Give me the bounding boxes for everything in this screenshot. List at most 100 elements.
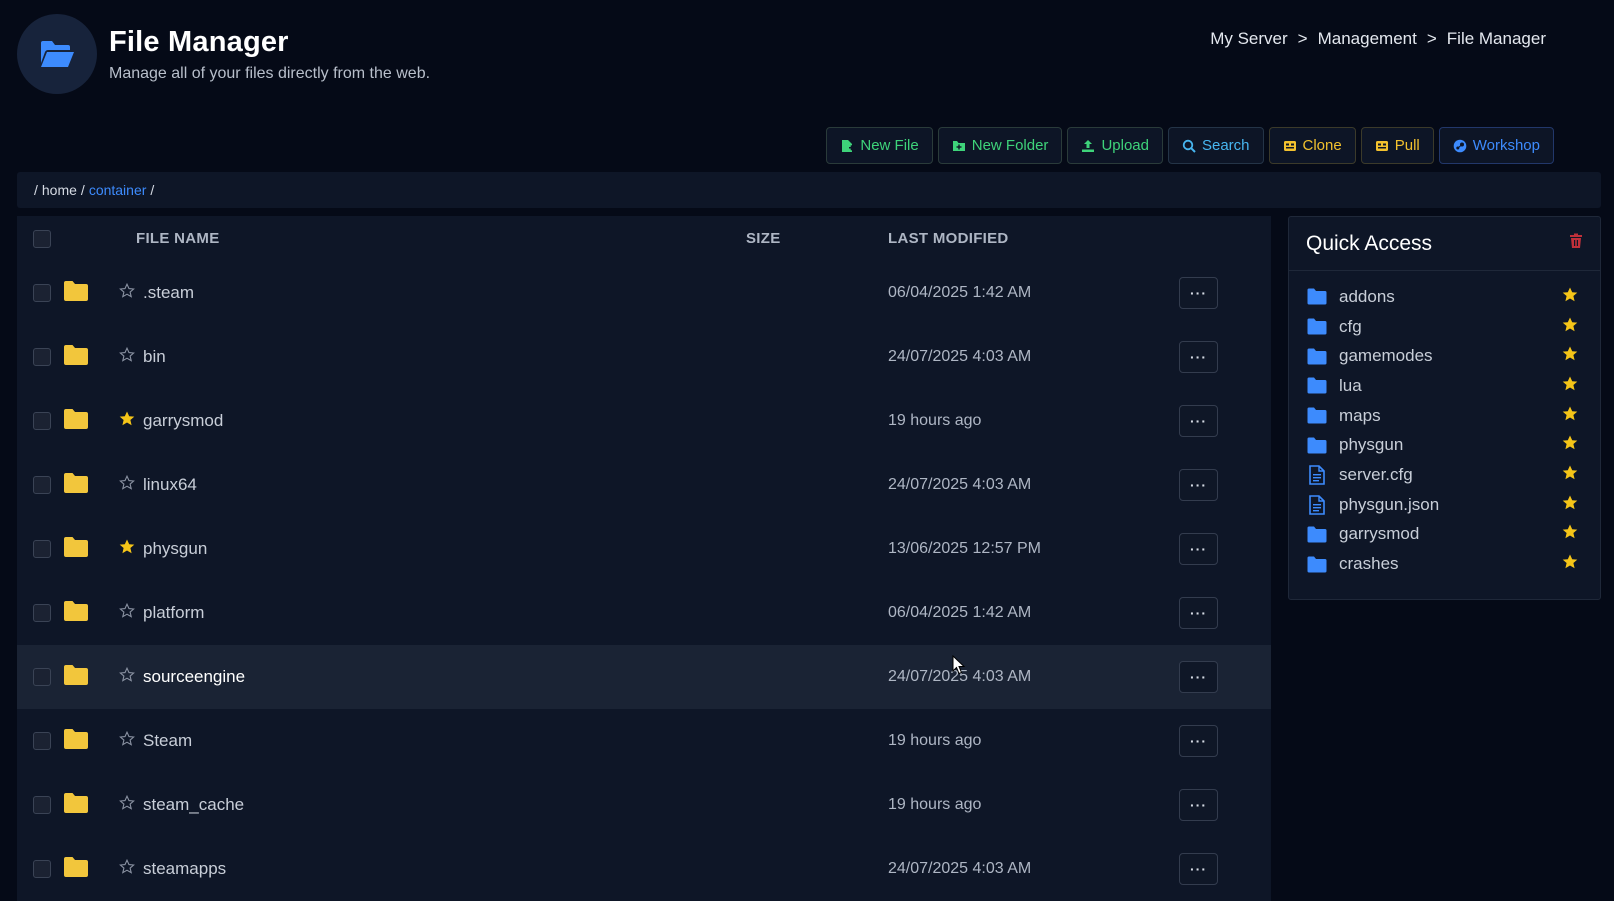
star-outline-icon[interactable] <box>119 346 135 367</box>
quick-access-label: cfg <box>1339 316 1362 336</box>
table-row[interactable]: steamapps 24/07/2025 4:03 AM ··· <box>17 837 1271 901</box>
file-name[interactable]: garrysmod <box>143 411 223 431</box>
workshop-button[interactable]: Workshop <box>1438 127 1554 164</box>
file-plus-icon <box>842 139 855 152</box>
row-checkbox[interactable] <box>33 284 51 302</box>
file-name[interactable]: steam_cache <box>143 795 244 815</box>
star-filled-icon[interactable] <box>1562 524 1578 544</box>
path-segment-home[interactable]: home <box>42 182 77 198</box>
clone-button[interactable]: Clone <box>1268 127 1356 164</box>
star-filled-icon[interactable] <box>119 539 135 559</box>
quick-access-header: Quick Access <box>1289 217 1600 271</box>
row-checkbox[interactable] <box>33 668 51 686</box>
quick-access-item[interactable]: cfg <box>1289 312 1600 342</box>
star-outline-icon[interactable] <box>119 602 135 623</box>
trash-icon[interactable] <box>1569 233 1583 254</box>
table-row[interactable]: garrysmod 19 hours ago ··· <box>17 389 1271 453</box>
row-checkbox[interactable] <box>33 348 51 366</box>
row-checkbox[interactable] <box>33 860 51 878</box>
star-filled-icon[interactable] <box>1562 465 1578 485</box>
pull-button[interactable]: Pull <box>1360 127 1434 164</box>
upload-icon <box>1082 139 1095 152</box>
quick-access-item[interactable]: addons <box>1289 282 1600 312</box>
star-outline-icon[interactable] <box>119 282 135 303</box>
file-name[interactable]: physgun <box>143 539 207 559</box>
star-filled-icon[interactable] <box>1562 495 1578 515</box>
table-row[interactable]: linux64 24/07/2025 4:03 AM ··· <box>17 453 1271 517</box>
quick-access-item[interactable]: crashes <box>1289 549 1600 579</box>
more-actions-button[interactable]: ··· <box>1179 597 1218 629</box>
quick-access-item[interactable]: gamemodes <box>1289 341 1600 371</box>
breadcrumb-item-my-server[interactable]: My Server <box>1210 29 1287 49</box>
file-name[interactable]: bin <box>143 347 166 367</box>
breadcrumb: My Server > Management > File Manager <box>1210 29 1546 49</box>
row-checkbox[interactable] <box>33 476 51 494</box>
column-header-size[interactable]: SIZE <box>746 230 781 247</box>
table-row[interactable]: physgun 13/06/2025 12:57 PM ··· <box>17 517 1271 581</box>
upload-label: Upload <box>1101 137 1149 154</box>
search-button[interactable]: Search <box>1167 127 1264 164</box>
row-checkbox[interactable] <box>33 540 51 558</box>
new-file-button[interactable]: New File <box>826 127 933 164</box>
table-row[interactable]: sourceengine 24/07/2025 4:03 AM ··· <box>17 645 1271 709</box>
folder-icon <box>63 792 89 819</box>
table-row[interactable]: platform 06/04/2025 1:42 AM ··· <box>17 581 1271 645</box>
file-name[interactable]: Steam <box>143 731 192 751</box>
table-row[interactable]: Steam 19 hours ago ··· <box>17 709 1271 773</box>
page-title: File Manager <box>109 25 289 58</box>
breadcrumb-item-management[interactable]: Management <box>1318 29 1417 49</box>
row-checkbox[interactable] <box>33 732 51 750</box>
file-name[interactable]: .steam <box>143 283 194 303</box>
folder-icon <box>63 600 89 627</box>
more-actions-button[interactable]: ··· <box>1179 725 1218 757</box>
star-outline-icon[interactable] <box>119 474 135 495</box>
more-actions-button[interactable]: ··· <box>1179 661 1218 693</box>
path-segment-container[interactable]: container <box>89 182 147 198</box>
star-filled-icon[interactable] <box>1562 435 1578 455</box>
star-filled-icon[interactable] <box>119 411 135 431</box>
star-filled-icon[interactable] <box>1562 317 1578 337</box>
quick-access-item[interactable]: maps <box>1289 401 1600 431</box>
star-filled-icon[interactable] <box>1562 554 1578 574</box>
more-actions-button[interactable]: ··· <box>1179 533 1218 565</box>
file-name[interactable]: steamapps <box>143 859 226 879</box>
quick-access-item[interactable]: garrysmod <box>1289 520 1600 550</box>
folder-icon <box>63 408 89 435</box>
star-outline-icon[interactable] <box>119 794 135 815</box>
quick-access-item[interactable]: server.cfg <box>1289 460 1600 490</box>
path-root[interactable]: / <box>34 182 38 198</box>
star-filled-icon[interactable] <box>1562 376 1578 396</box>
column-header-name[interactable]: FILE NAME <box>136 230 220 247</box>
file-name[interactable]: sourceengine <box>143 667 245 687</box>
quick-access-item[interactable]: physgun <box>1289 430 1600 460</box>
quick-access-item[interactable]: lua <box>1289 371 1600 401</box>
star-filled-icon[interactable] <box>1562 346 1578 366</box>
row-checkbox[interactable] <box>33 796 51 814</box>
row-checkbox[interactable] <box>33 412 51 430</box>
folder-icon <box>63 472 89 499</box>
star-outline-icon[interactable] <box>119 666 135 687</box>
star-outline-icon[interactable] <box>119 730 135 751</box>
star-filled-icon[interactable] <box>1562 287 1578 307</box>
quick-access-item[interactable]: physgun.json <box>1289 490 1600 520</box>
star-outline-icon[interactable] <box>119 858 135 879</box>
more-actions-button[interactable]: ··· <box>1179 341 1218 373</box>
row-checkbox[interactable] <box>33 604 51 622</box>
more-actions-button[interactable]: ··· <box>1179 405 1218 437</box>
table-row[interactable]: .steam 06/04/2025 1:42 AM ··· <box>17 261 1271 325</box>
more-actions-button[interactable]: ··· <box>1179 853 1218 885</box>
upload-button[interactable]: Upload <box>1067 127 1163 164</box>
table-row[interactable]: steam_cache 19 hours ago ··· <box>17 773 1271 837</box>
more-actions-button[interactable]: ··· <box>1179 277 1218 309</box>
quick-access-title: Quick Access <box>1306 231 1433 255</box>
more-actions-button[interactable]: ··· <box>1179 469 1218 501</box>
file-name[interactable]: platform <box>143 603 204 623</box>
table-row[interactable]: bin 24/07/2025 4:03 AM ··· <box>17 325 1271 389</box>
more-actions-button[interactable]: ··· <box>1179 789 1218 821</box>
star-filled-icon[interactable] <box>1562 406 1578 426</box>
select-all-checkbox[interactable] <box>33 229 51 248</box>
file-name[interactable]: linux64 <box>143 475 197 495</box>
column-header-modified[interactable]: LAST MODIFIED <box>888 230 1009 247</box>
folder-open-icon <box>17 14 97 94</box>
new-folder-button[interactable]: New Folder <box>937 127 1063 164</box>
